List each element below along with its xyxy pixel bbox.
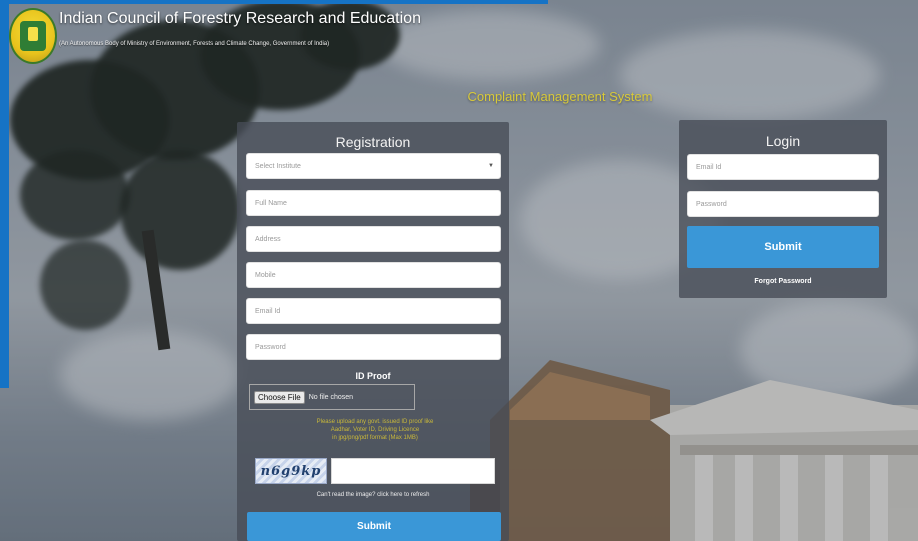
registration-panel: Registration Select Institute ▼ Full Nam… (237, 122, 509, 541)
note-line-2: Aadhar, Voter ID, Driving Licence (330, 427, 420, 433)
login-email-field[interactable]: Email Id (687, 154, 879, 180)
icfre-logo-icon[interactable] (9, 8, 57, 64)
institute-select[interactable]: Select Institute ▼ (246, 153, 501, 179)
password-field[interactable]: Password (246, 334, 501, 360)
captcha-input[interactable] (331, 458, 495, 484)
choose-file-button[interactable]: Choose File (254, 390, 305, 404)
mobile-field[interactable]: Mobile (246, 262, 501, 288)
address-field[interactable]: Address (246, 226, 501, 252)
no-file-text: No file chosen (308, 393, 354, 401)
registration-title: Registration (335, 134, 411, 150)
login-submit-button[interactable]: Submit (687, 226, 879, 268)
system-title: Complaint Management System (467, 89, 653, 104)
institute-select-value: Select Institute (255, 162, 301, 170)
note-line-3: in jpg/png/pdf format (Max 1MB) (332, 435, 418, 441)
id-proof-file-input[interactable]: Choose File No file chosen (249, 384, 415, 410)
login-panel: Login Email Id Password Submit Forgot Pa… (679, 120, 887, 298)
login-password-field[interactable]: Password (687, 191, 879, 217)
captcha-image: n6g9kp (255, 458, 327, 484)
forgot-password-link[interactable]: Forgot Password (679, 278, 887, 285)
full-name-field[interactable]: Full Name (246, 190, 501, 216)
caret-down-icon: ▼ (488, 163, 494, 169)
captcha-text: n6g9kp (260, 463, 322, 479)
registration-submit-button[interactable]: Submit (247, 512, 501, 541)
org-subtitle: (An Autonomous Body of Ministry of Envir… (59, 41, 330, 47)
org-title: Indian Council of Forestry Research and … (59, 10, 421, 27)
email-field[interactable]: Email Id (246, 298, 501, 324)
login-title: Login (765, 133, 801, 149)
id-proof-note: Please upload any govt. issued ID proof … (277, 418, 473, 442)
captcha-refresh-link[interactable]: Can't read the image? click here to refr… (237, 492, 509, 498)
brand-band-left (0, 0, 9, 388)
id-proof-label: ID Proof (355, 371, 391, 381)
note-line-1: Please upload any govt. issued ID proof … (316, 419, 434, 425)
site-header: Indian Council of Forestry Research and … (9, 4, 509, 64)
